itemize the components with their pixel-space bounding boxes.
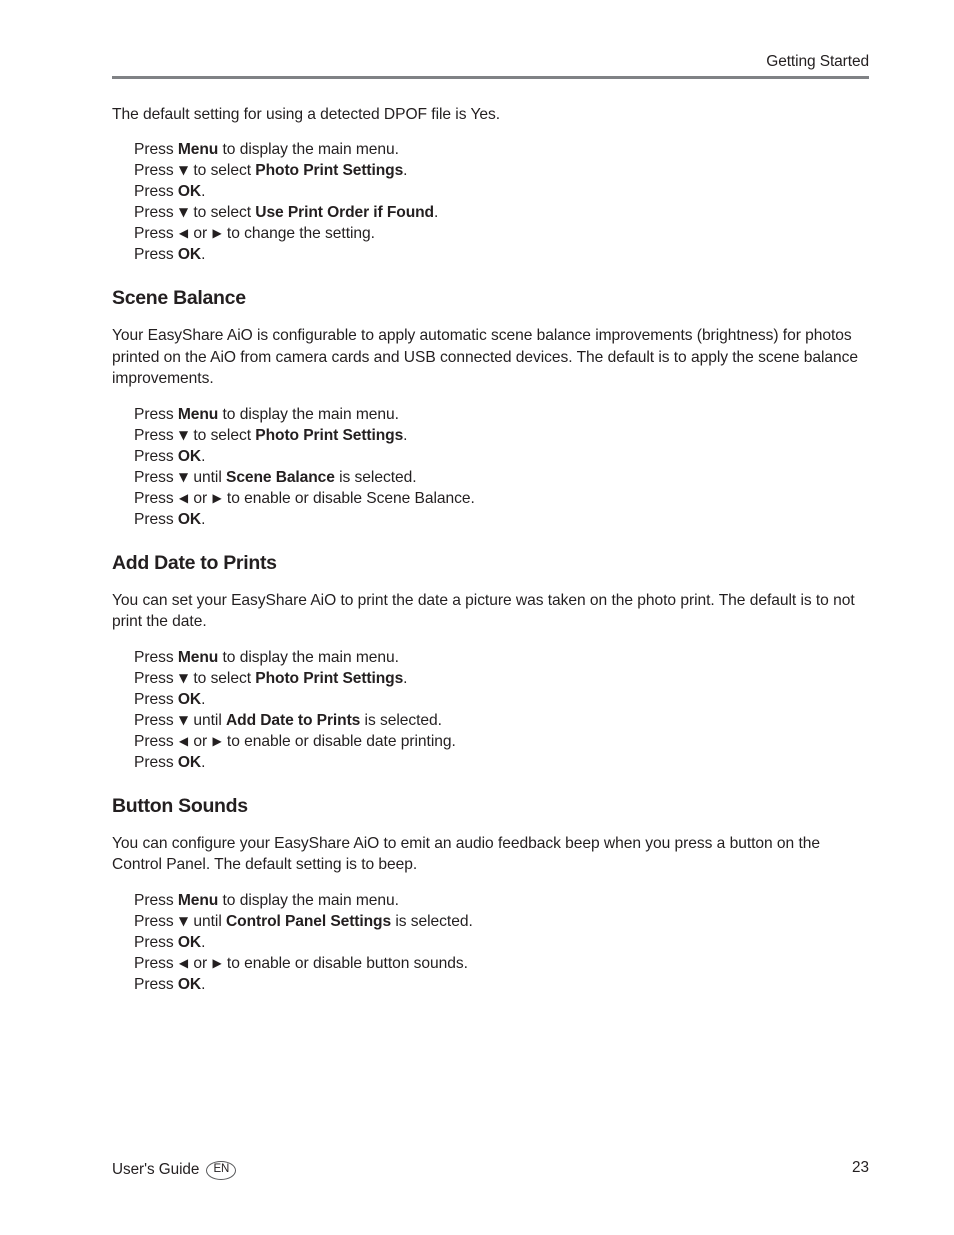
procedure-step: Press OK. [134, 753, 206, 771]
page-footer: User's Guide EN 23 [112, 1158, 869, 1184]
arrow-down-icon: ▼ [178, 712, 189, 727]
step-emphasis: Menu [177, 405, 219, 423]
section-paragraph: Your EasyShare AiO is configurable to ap… [112, 327, 858, 387]
header-title: Getting Started [766, 53, 869, 70]
procedure-step-list: Press Menu to display the main menu. Pres… [112, 647, 872, 773]
arrow-left-icon: ◀ [178, 955, 189, 970]
step-emphasis: Add Date to Prints [226, 711, 361, 729]
arrow-left-icon: ◀ [178, 226, 189, 240]
section-paragraph: You can set your EasyShare AiO to print … [112, 591, 855, 631]
footer-label: User's Guide [112, 1161, 200, 1178]
procedure-step: Press ◀ or ▶ to change the setting. [134, 225, 375, 242]
step-emphasis: OK [177, 246, 202, 263]
step-emphasis: OK [177, 183, 202, 200]
procedure-step: Press OK. [134, 933, 206, 951]
arrow-down-icon: ▼ [178, 205, 189, 219]
step-emphasis: Photo Print Settings [255, 162, 404, 179]
procedure-step: Press OK. [134, 510, 206, 528]
procedure-step: Press OK. [134, 975, 206, 993]
procedure-step: Press Menu to display the main menu. [134, 405, 399, 423]
procedure-step: Press ▼ until Control Panel Settings is … [134, 912, 473, 930]
step-emphasis: OK [177, 690, 202, 708]
procedure-step: Press Menu to display the main menu. [134, 141, 399, 158]
arrow-right-icon: ▶ [212, 226, 222, 240]
section-heading: Button Sounds [112, 794, 248, 817]
arrow-right-icon: ▶ [212, 733, 222, 748]
document-page: Getting Started The default setting for … [0, 0, 954, 1235]
procedure-step: Press OK. [134, 246, 206, 263]
header-rule [112, 76, 869, 79]
procedure-step: Press ▼ until Add Date to Prints is sele… [134, 711, 442, 729]
section-paragraph: You can configure your EasyShare AiO to … [112, 834, 820, 874]
dpof-step-list: Press Menu to display the main menu. Pres… [112, 139, 872, 265]
arrow-right-icon: ▶ [212, 490, 222, 505]
arrow-down-icon: ▼ [178, 163, 189, 177]
page-content: The default setting for using a detected… [112, 104, 872, 995]
procedure-step: Press ▼ to select Photo Print Settings. [134, 162, 408, 179]
step-emphasis: Menu [177, 648, 219, 666]
arrow-right-icon: ▶ [212, 955, 222, 970]
procedure-step: Press OK. [134, 183, 206, 200]
arrow-down-icon: ▼ [178, 670, 189, 685]
section-heading: Add Date to Prints [112, 551, 277, 574]
running-header: Getting Started [112, 52, 869, 72]
page-number: 23 [851, 1159, 869, 1176]
step-emphasis: OK [177, 975, 202, 993]
arrow-down-icon: ▼ [178, 469, 189, 484]
step-emphasis: Photo Print Settings [255, 426, 404, 444]
footer-left-group: User's Guide EN [112, 1158, 237, 1182]
section-heading: Scene Balance [112, 287, 246, 309]
procedure-step: Press Menu to display the main menu. [134, 891, 399, 909]
language-badge-icon: EN [206, 1160, 237, 1180]
procedure-step: Press ▼ to select Photo Print Settings. [134, 669, 408, 687]
procedure-step: Press Menu to display the main menu. [134, 648, 399, 666]
document-section: Add Date to Prints You can set your EasyS… [112, 551, 872, 773]
step-emphasis: OK [177, 933, 202, 951]
procedure-step: Press ▼ to select Use Print Order if Fou… [134, 204, 439, 221]
arrow-down-icon: ▼ [178, 913, 189, 928]
intro-paragraph: The default setting for using a detected… [112, 106, 501, 123]
arrow-left-icon: ◀ [178, 490, 189, 505]
arrow-left-icon: ◀ [178, 733, 189, 748]
procedure-step: Press ◀ or ▶ to enable or disable date p… [134, 732, 456, 750]
procedure-step-list: Press Menu to display the main menu. Pres… [112, 890, 872, 995]
procedure-step: Press ◀ or ▶ to enable or disable Scene … [134, 489, 475, 507]
step-emphasis: Scene Balance [226, 468, 335, 486]
step-emphasis: Menu [177, 141, 219, 158]
procedure-step: Press ◀ or ▶ to enable or disable button… [134, 954, 468, 972]
step-emphasis: Menu [177, 891, 219, 909]
procedure-step: Press ▼ to select Photo Print Settings. [134, 426, 408, 444]
step-emphasis: Use Print Order if Found [255, 204, 434, 221]
procedure-step: Press ▼ until Scene Balance is selected. [134, 468, 417, 486]
procedure-step: Press OK. [134, 447, 206, 465]
arrow-down-icon: ▼ [178, 427, 189, 442]
document-section: Button Sounds You can configure your Easy… [112, 794, 872, 995]
language-badge-label: EN [213, 1162, 230, 1175]
step-emphasis: OK [177, 510, 202, 528]
step-emphasis: Control Panel Settings [226, 912, 392, 930]
intro-block: The default setting for using a detected… [112, 104, 872, 125]
step-emphasis: OK [177, 447, 202, 465]
procedure-step: Press OK. [134, 690, 206, 708]
document-section: Scene Balance Your EasyShare AiO is confi… [112, 286, 872, 530]
procedure-step-list: Press Menu to display the main menu. Pres… [112, 404, 872, 530]
step-emphasis: Photo Print Settings [255, 669, 404, 687]
step-emphasis: OK [177, 753, 202, 771]
sections-container: Scene Balance Your EasyShare AiO is confi… [112, 265, 872, 995]
